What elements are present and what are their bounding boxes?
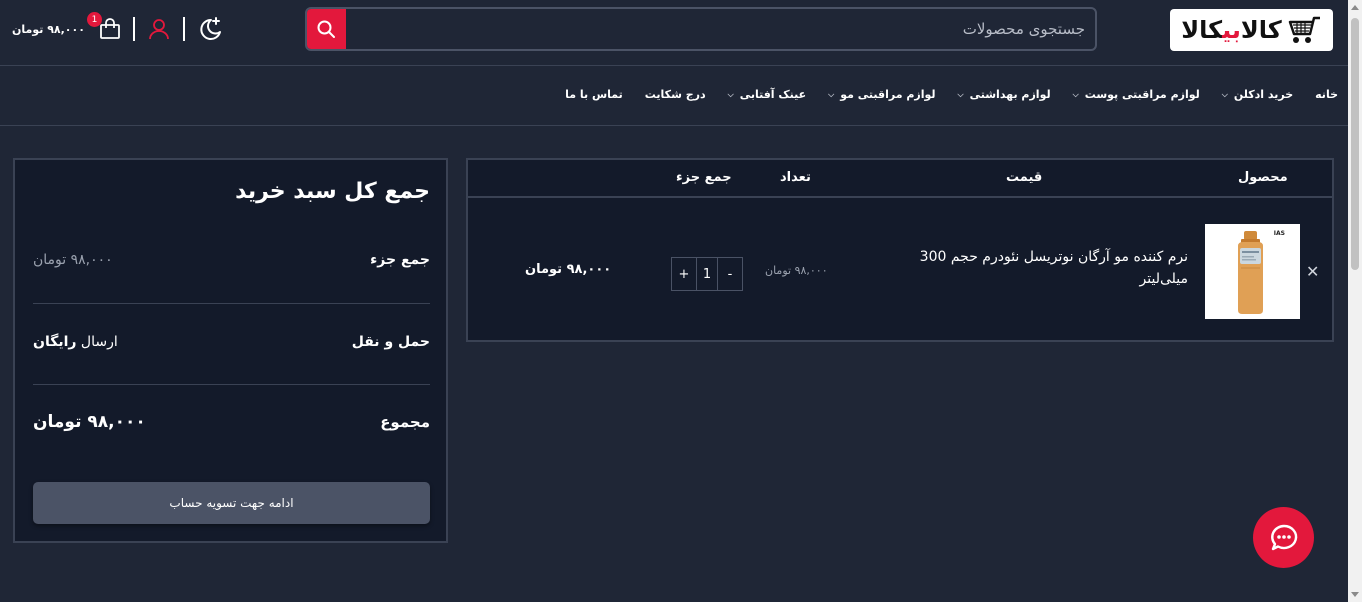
shipping-label: حمل و نقل xyxy=(351,334,430,350)
table-row: ✕ IAS نرم کننده مو آرگان نوتریسل نئودرم … xyxy=(468,200,1332,340)
subtotal-row: جمع جزء ۹۸,۰۰۰ تومان xyxy=(33,252,430,268)
divider xyxy=(132,17,135,41)
product-bottle-image: IAS xyxy=(1238,230,1285,314)
chevron-down-icon: ⌵ xyxy=(828,90,835,99)
divider xyxy=(182,17,185,41)
nav-item-complaint[interactable]: درج شکایت xyxy=(645,88,706,101)
quantity-value[interactable]: 1 xyxy=(696,258,718,290)
decrease-quantity-button[interactable]: - xyxy=(718,258,742,290)
chevron-down-icon: ⌵ xyxy=(1221,90,1228,99)
header-subtotal: جمع جزء xyxy=(676,170,732,185)
product-image[interactable]: IAS xyxy=(1205,224,1300,319)
cart-totals-title: جمع کل سبد خرید xyxy=(235,179,430,204)
total-value: ۹۸,۰۰۰ تومان xyxy=(33,412,146,432)
quantity-stepper: + 1 - xyxy=(671,257,743,291)
cart-table-header: محصول قیمت تعداد جمع جزء xyxy=(468,160,1332,198)
chevron-down-icon: ⌵ xyxy=(957,90,964,99)
shipping-row: حمل و نقل ارسال رایگان xyxy=(33,334,430,350)
chevron-down-icon: ⌵ xyxy=(1072,90,1079,99)
header-quantity: تعداد xyxy=(780,170,811,185)
item-subtotal: ۹۸,۰۰۰ تومان xyxy=(525,262,612,277)
page-scrollbar[interactable] xyxy=(1348,0,1362,602)
product-price: ۹۸,۰۰۰ تومان xyxy=(765,264,828,277)
chat-icon xyxy=(1270,524,1297,550)
dark-mode-icon[interactable] xyxy=(197,16,223,42)
divider xyxy=(33,384,430,385)
header-actions: ۹۸,۰۰۰ تومان 1 xyxy=(12,12,223,44)
shipping-value: ارسال رایگان xyxy=(33,334,118,350)
svg-text:IAS: IAS xyxy=(1274,230,1285,237)
shopping-bag-icon xyxy=(100,18,120,39)
total-row: مجموع ۹۸,۰۰۰ تومان xyxy=(33,412,430,432)
search-icon xyxy=(317,20,335,38)
nav-item-hygiene[interactable]: لوازم بهداشتی ⌵ xyxy=(958,88,1051,101)
site-header: کالابیکالا ۹۸,۰۰۰ تومان 1 xyxy=(0,0,1348,66)
nav-item-perfume[interactable]: خرید ادکلن ⌵ xyxy=(1222,88,1293,101)
divider xyxy=(33,303,430,304)
cart-totals-panel: جمع کل سبد خرید جمع جزء ۹۸,۰۰۰ تومان حمل… xyxy=(13,158,448,543)
cart-table: محصول قیمت تعداد جمع جزء ✕ IAS نرم کننده… xyxy=(466,158,1334,342)
nav-item-home[interactable]: خانه xyxy=(1315,88,1338,101)
nav-item-sunglasses[interactable]: عینک آفتابی ⌵ xyxy=(728,88,807,101)
logo-text: کالابیکالا xyxy=(1181,16,1282,44)
scroll-up-arrow-icon[interactable] xyxy=(1351,5,1359,10)
nav-item-contact[interactable]: تماس با ما xyxy=(565,88,623,101)
cart-count-badge: 1 xyxy=(86,12,102,27)
subtotal-label: جمع جزء xyxy=(370,252,430,268)
chat-button[interactable] xyxy=(1253,507,1314,568)
search-button[interactable] xyxy=(307,9,346,49)
chevron-down-icon: ⌵ xyxy=(727,90,734,99)
scrollbar-thumb[interactable] xyxy=(1351,18,1359,270)
checkout-button[interactable]: ادامه جهت تسویه حساب xyxy=(33,482,430,524)
remove-item-icon[interactable]: ✕ xyxy=(1306,262,1319,281)
product-name[interactable]: نرم کننده مو آرگان نوتریسل نئودرم حجم 30… xyxy=(898,246,1188,290)
header-product: محصول xyxy=(1238,170,1288,185)
nav-item-hair-care[interactable]: لوازم مراقبتی مو ⌵ xyxy=(828,88,935,101)
search-input[interactable] xyxy=(346,9,1095,49)
nav-item-skin-care[interactable]: لوازم مراقبتی پوست ⌵ xyxy=(1073,88,1200,101)
scroll-down-arrow-icon[interactable] xyxy=(1351,592,1359,597)
cart-logo-icon xyxy=(1288,16,1320,43)
user-icon[interactable] xyxy=(147,17,171,41)
cart-button[interactable]: 1 xyxy=(86,12,121,40)
main-nav: خانه خرید ادکلن ⌵ لوازم مراقبتی پوست ⌵ لوا… xyxy=(0,66,1348,126)
total-label: مجموع xyxy=(380,413,430,431)
increase-quantity-button[interactable]: + xyxy=(672,258,696,290)
site-logo[interactable]: کالابیکالا xyxy=(1170,9,1333,51)
subtotal-value: ۹۸,۰۰۰ تومان xyxy=(33,252,113,268)
search-bar xyxy=(305,7,1097,51)
cart-total-amount[interactable]: ۹۸,۰۰۰ تومان xyxy=(12,23,85,36)
header-price: قیمت xyxy=(1006,170,1043,185)
